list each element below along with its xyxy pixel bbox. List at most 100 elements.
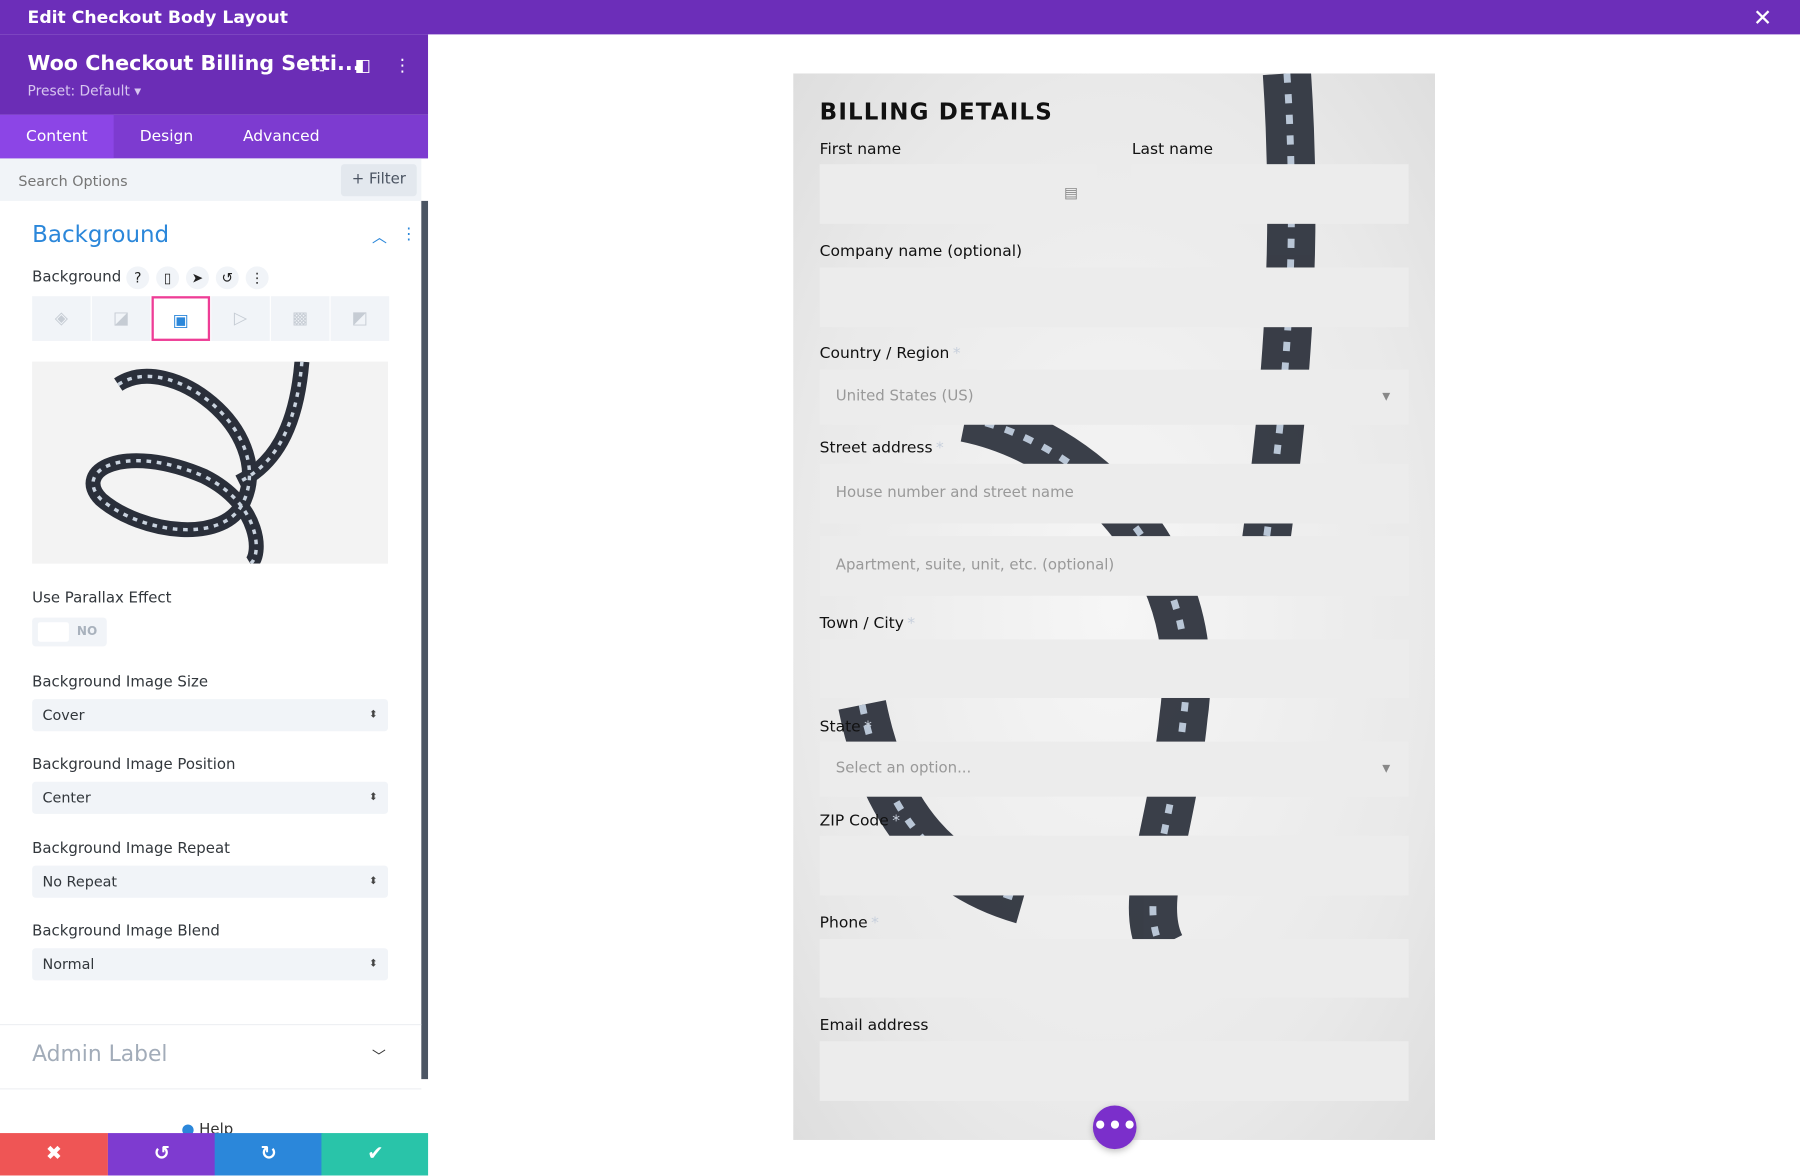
- city-input[interactable]: [819, 639, 1409, 698]
- undo-button[interactable]: ↺: [107, 1133, 216, 1176]
- country-label: Country / Region *: [820, 344, 961, 362]
- expand-chevron-icon[interactable]: ﹀: [372, 1046, 386, 1066]
- toggle-knob: [37, 622, 69, 642]
- zip-input[interactable]: [819, 835, 1409, 896]
- image-size-select[interactable]: Cover ⬍: [32, 699, 389, 732]
- select-arrows-icon: ⬍: [369, 958, 378, 971]
- phone-label-text: Phone: [819, 913, 868, 933]
- tab-design[interactable]: Design: [114, 115, 220, 159]
- reset-icon[interactable]: ↺: [215, 266, 239, 290]
- state-label: State *: [820, 718, 872, 736]
- parallax-toggle[interactable]: NO: [32, 617, 107, 647]
- toggle-state: NO: [76, 624, 98, 639]
- required-mark: *: [871, 913, 879, 933]
- dropdown-arrow-icon: ▼: [1382, 391, 1391, 403]
- state-placeholder: Select an option...: [835, 759, 972, 778]
- last-name-input[interactable]: [1131, 164, 1409, 224]
- film-reel-image: [85, 361, 310, 564]
- background-option-icons: ? ▯ ➤ ↺ ⋮: [126, 266, 269, 290]
- close-icon[interactable]: ✕: [1753, 3, 1772, 31]
- admin-label-section[interactable]: Admin Label: [32, 1041, 167, 1066]
- checkout-billing-module[interactable]: BILLING DETAILS First name Last name ▤ C…: [793, 73, 1435, 1140]
- window-title: Edit Checkout Body Layout: [27, 6, 288, 28]
- phone-input[interactable]: [819, 939, 1409, 998]
- tab-advanced[interactable]: Advanced: [219, 115, 343, 159]
- select-arrows-icon: ⬍: [369, 875, 378, 888]
- collapse-chevron-icon[interactable]: ︿: [372, 225, 387, 247]
- fullscreen-icon[interactable]: ⛶: [312, 55, 324, 76]
- image-repeat-select[interactable]: No Repeat ⬍: [32, 865, 389, 898]
- discard-button[interactable]: ✖: [0, 1133, 108, 1176]
- street-input[interactable]: House number and street name: [819, 463, 1409, 524]
- street-label: Street address *: [820, 439, 944, 457]
- street-label-text: Street address: [819, 438, 933, 457]
- responsive-icon[interactable]: ▯: [156, 266, 180, 290]
- hover-cursor-icon[interactable]: ➤: [185, 266, 209, 290]
- help-icon[interactable]: ?: [126, 266, 150, 290]
- section-more-icon[interactable]: ⋮: [401, 225, 417, 243]
- bg-color-tab-paint-bucket-icon[interactable]: ◈: [32, 296, 91, 341]
- panel-tabs: Content Design Advanced: [0, 114, 429, 159]
- image-position-select[interactable]: Center ⬍: [32, 781, 389, 814]
- preset-dropdown[interactable]: Preset: Default ▾: [28, 83, 142, 99]
- country-label-text: Country / Region: [819, 344, 950, 363]
- image-repeat-label: Background Image Repeat: [32, 840, 230, 858]
- image-position-label: Background Image Position: [32, 756, 236, 774]
- select-arrows-icon: ⬍: [369, 792, 378, 804]
- search-input[interactable]: [18, 167, 317, 193]
- panel-scrollbar[interactable]: [421, 200, 429, 1080]
- more-icon[interactable]: ⋮: [245, 266, 269, 290]
- bg-pattern-tab-icon[interactable]: ▩: [270, 296, 330, 341]
- bg-video-tab-play-icon[interactable]: ▷: [211, 296, 270, 341]
- redo-button[interactable]: ↻: [214, 1133, 323, 1176]
- first-name-label: First name: [819, 140, 902, 159]
- billing-title: BILLING DETAILS: [819, 97, 1053, 126]
- panel-header: Woo Checkout Billing Setti... Preset: De…: [0, 34, 429, 115]
- image-blend-select[interactable]: Normal ⬍: [32, 948, 389, 981]
- divider: [0, 1024, 422, 1026]
- last-name-label: Last name: [1131, 140, 1214, 159]
- image-repeat-value: No Repeat: [42, 872, 118, 890]
- image-size-value: Cover: [42, 706, 85, 724]
- state-select[interactable]: Select an option... ▼: [819, 741, 1409, 797]
- split-view-icon[interactable]: ◧: [355, 55, 371, 76]
- tab-content[interactable]: Content: [0, 114, 114, 159]
- required-mark: *: [952, 344, 961, 363]
- required-mark: *: [907, 614, 916, 633]
- city-label-text: Town / City: [819, 614, 904, 633]
- save-button[interactable]: ✔: [321, 1133, 429, 1176]
- contact-card-icon: ▤: [1063, 184, 1078, 203]
- first-name-input[interactable]: ▤: [819, 164, 1097, 224]
- module-title: Woo Checkout Billing Setti...: [27, 51, 361, 76]
- dropdown-arrow-icon: ▼: [1382, 763, 1391, 775]
- image-position-value: Center: [42, 788, 91, 806]
- company-input[interactable]: [819, 267, 1409, 328]
- zip-label-text: ZIP Code: [819, 811, 889, 831]
- bg-image-tab-image-icon[interactable]: ▣: [151, 296, 211, 341]
- bg-gradient-tab-icon[interactable]: ◪: [91, 296, 151, 341]
- section-title-background[interactable]: Background: [32, 220, 169, 248]
- select-arrows-icon: ⬍: [369, 709, 378, 721]
- zip-label: ZIP Code *: [820, 812, 900, 830]
- title-bar: Edit Checkout Body Layout ✕: [0, 0, 1800, 35]
- more-actions-button[interactable]: •••: [1092, 1105, 1137, 1150]
- required-mark: *: [892, 811, 901, 831]
- bg-mask-tab-icon[interactable]: ◩: [330, 296, 390, 341]
- background-label: Background: [32, 268, 122, 286]
- state-label-text: State: [819, 717, 861, 736]
- more-options-icon[interactable]: ⋮: [394, 55, 411, 76]
- phone-label: Phone *: [820, 914, 879, 932]
- background-image-preview[interactable]: [32, 361, 389, 564]
- country-value: United States (US): [835, 388, 974, 406]
- parallax-label: Use Parallax Effect: [32, 590, 172, 608]
- country-select[interactable]: United States (US) ▼: [819, 369, 1409, 425]
- city-label: Town / City *: [820, 614, 915, 632]
- image-blend-value: Normal: [42, 955, 95, 973]
- email-input[interactable]: [819, 1041, 1409, 1101]
- image-blend-label: Background Image Blend: [32, 922, 220, 941]
- apartment-input[interactable]: Apartment, suite, unit, etc. (optional): [819, 536, 1409, 596]
- divider: [0, 1088, 422, 1090]
- settings-panel: Woo Checkout Billing Setti... Preset: De…: [0, 34, 429, 1176]
- search-bar: + Filter: [0, 158, 422, 201]
- filter-button[interactable]: + Filter: [340, 164, 417, 197]
